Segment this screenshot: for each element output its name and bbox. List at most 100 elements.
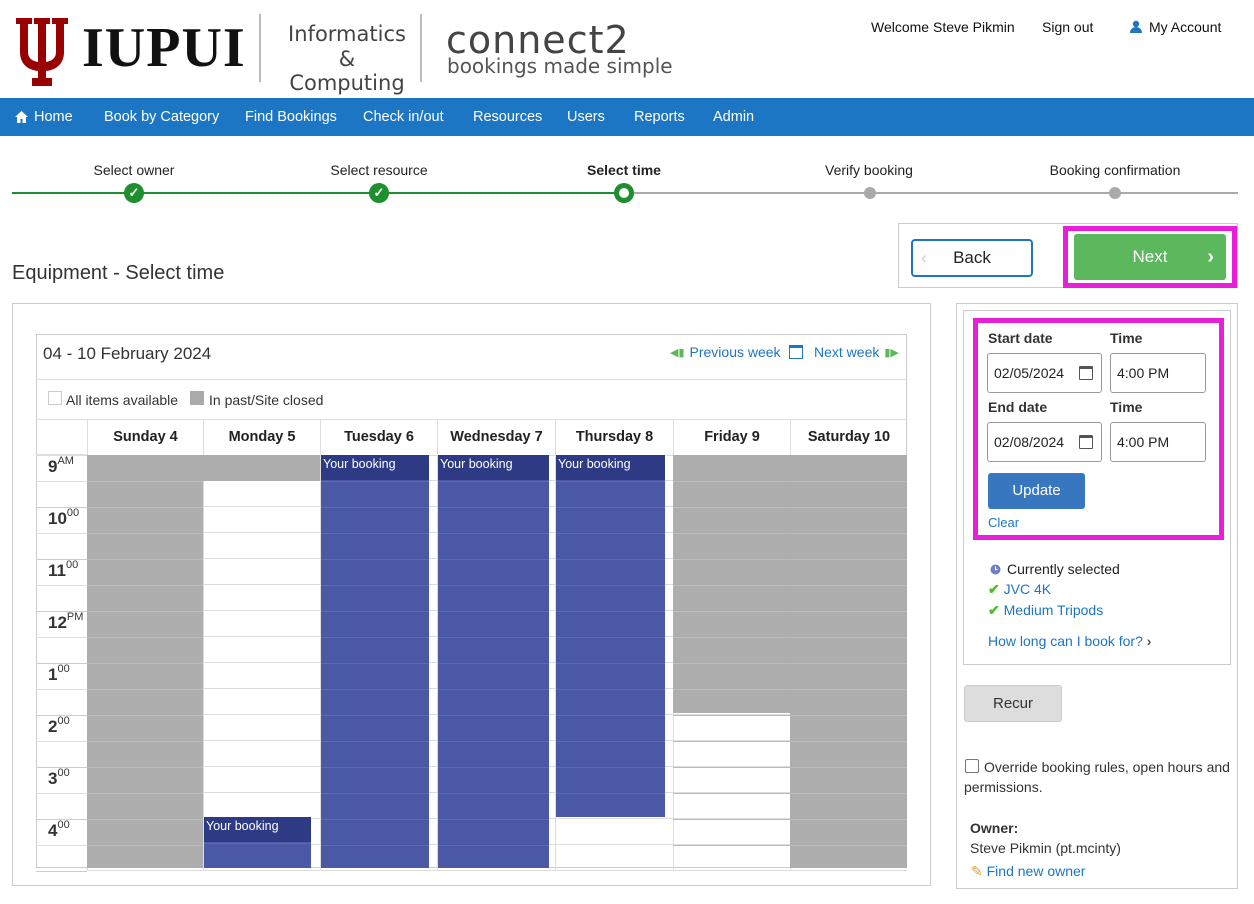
find-new-owner-link[interactable]: ✎ Find new owner [971, 863, 1085, 880]
time-slot[interactable] [203, 793, 320, 819]
nav-reports[interactable]: Reports [634, 98, 685, 136]
time-slot[interactable] [203, 767, 320, 793]
pencil-icon: ✎ [971, 863, 983, 879]
divider [438, 611, 549, 612]
nav-find-bookings[interactable]: Find Bookings [245, 98, 337, 136]
time-slot[interactable] [203, 559, 320, 585]
divider [321, 507, 429, 508]
step-select-time: Select time [587, 162, 661, 178]
divider [87, 689, 203, 690]
closed-slot [203, 455, 320, 481]
hour-label: 400 [48, 819, 70, 840]
nav-users[interactable]: Users [567, 98, 605, 136]
owner-label: Owner: [970, 820, 1019, 836]
booking-block[interactable]: Your booking [321, 455, 429, 868]
my-account-link[interactable]: My Account [1129, 19, 1221, 35]
calendar-icon[interactable] [1079, 366, 1093, 380]
booking-label: Your booking [323, 457, 396, 471]
time-slot[interactable] [673, 845, 790, 871]
start-date-field[interactable]: 02/05/2024 [987, 353, 1102, 393]
divider [321, 715, 429, 716]
divider [556, 689, 665, 690]
time-slot[interactable] [203, 533, 320, 559]
divider [556, 585, 665, 586]
home-icon [15, 111, 28, 123]
next-week-link[interactable]: Next week ▮▶ [814, 344, 899, 360]
recur-button[interactable]: Recur [964, 685, 1062, 722]
divider [790, 819, 907, 820]
nav-resources[interactable]: Resources [473, 98, 542, 136]
divider [321, 585, 429, 586]
time-slot[interactable] [203, 585, 320, 611]
divider [673, 715, 790, 716]
time-slot[interactable] [673, 715, 790, 741]
end-date-field[interactable]: 02/08/2024 [987, 422, 1102, 462]
start-date-value: 02/05/2024 [994, 365, 1065, 381]
time-slot[interactable] [203, 663, 320, 689]
divider [321, 481, 429, 482]
divider [36, 741, 87, 742]
time-slot[interactable] [673, 819, 790, 845]
selected-item[interactable]: ✔ Medium Tripods [988, 602, 1103, 619]
time-slot[interactable] [555, 845, 673, 871]
time-slot[interactable] [203, 611, 320, 637]
calendar-icon[interactable] [789, 345, 803, 359]
divider [438, 507, 549, 508]
nav-admin[interactable]: Admin [713, 98, 754, 136]
time-slot[interactable] [203, 715, 320, 741]
divider [556, 637, 665, 638]
previous-week-link[interactable]: ◀▮ Previous week [670, 344, 781, 360]
booking-block[interactable]: Your booking [204, 817, 311, 868]
back-button[interactable]: ‹ Back [911, 239, 1033, 277]
booking-block[interactable]: Your booking [438, 455, 549, 868]
iu-trident-logo [12, 12, 76, 90]
time-slot[interactable] [203, 637, 320, 663]
check-icon: ✔ [988, 602, 1000, 618]
chevron-left-icon: ‹ [921, 248, 927, 267]
divider [87, 481, 203, 482]
divider [673, 819, 790, 820]
closed-slot [790, 455, 907, 868]
booking-block[interactable]: Your booking [556, 455, 665, 817]
selected-item[interactable]: ✔ JVC 4K [988, 581, 1051, 598]
nav-home[interactable]: Home [14, 98, 73, 136]
time-slot[interactable] [673, 793, 790, 819]
time-slot[interactable] [673, 767, 790, 793]
update-button[interactable]: Update [988, 473, 1085, 509]
end-time-field[interactable]: 4:00 PM [1110, 422, 1206, 462]
divider [87, 793, 203, 794]
time-slot[interactable] [203, 481, 320, 507]
divider [438, 793, 549, 794]
nav-book-by-category[interactable]: Book by Category [104, 98, 219, 136]
divider [438, 481, 549, 482]
time-slot[interactable] [673, 741, 790, 767]
divider [790, 637, 907, 638]
time-slot[interactable] [555, 819, 673, 845]
nav-check-in-out[interactable]: Check in/out [363, 98, 444, 136]
divider [673, 845, 790, 846]
start-time-field[interactable]: 4:00 PM [1110, 353, 1206, 393]
time-slot[interactable] [203, 689, 320, 715]
divider [321, 689, 429, 690]
selected-item-label: JVC 4K [1003, 581, 1052, 597]
previous-arrow-icon: ◀▮ [670, 346, 685, 359]
time-slot[interactable] [203, 741, 320, 767]
sign-out-link[interactable]: Sign out [1042, 19, 1093, 35]
school-name-line2: & Computing [289, 47, 405, 95]
calendar-icon[interactable] [1079, 435, 1093, 449]
divider [36, 481, 87, 482]
divider [36, 533, 87, 534]
clear-link[interactable]: Clear [988, 515, 1019, 530]
legend-closed-swatch [190, 391, 204, 405]
next-button[interactable]: Next › [1074, 234, 1226, 280]
day-header: Monday 5 [203, 420, 320, 455]
how-long-link[interactable]: How long can I book for? › [988, 633, 1151, 649]
divider [556, 559, 665, 560]
divider [673, 585, 790, 586]
time-slot[interactable] [203, 507, 320, 533]
divider [790, 767, 907, 768]
divider [438, 533, 549, 534]
divider [556, 663, 665, 664]
divider [36, 689, 87, 690]
divider [790, 507, 907, 508]
